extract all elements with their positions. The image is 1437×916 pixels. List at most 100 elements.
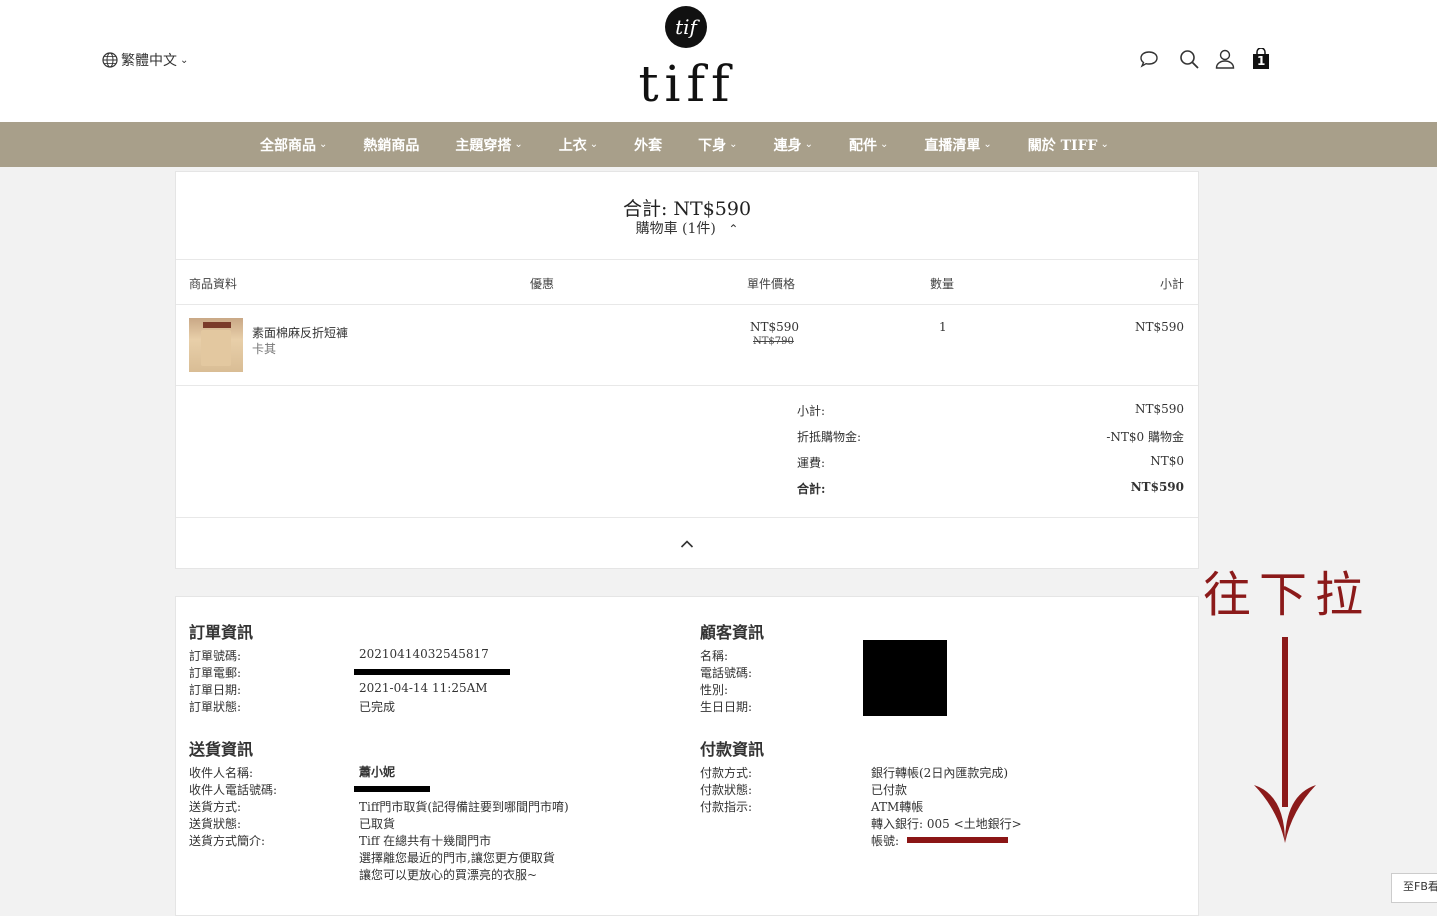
chevron-down-icon: ⌄: [1100, 139, 1109, 150]
search-icon[interactable]: [1178, 48, 1200, 70]
col-header-discount: 優惠: [530, 277, 555, 291]
unit-price: NT$590: [750, 320, 800, 334]
delivery-status-value: 已取貨: [359, 817, 396, 831]
nav-item-label: 上衣: [558, 137, 587, 154]
recipient-name-value: 蕭小妮: [359, 765, 396, 779]
chevron-down-icon: ⌄: [514, 139, 523, 150]
nav-item-1[interactable]: 熱銷商品: [363, 135, 419, 155]
payment-instruction-line: ATM轉帳: [871, 800, 924, 814]
cart-count-badge: 1: [1257, 54, 1266, 68]
chevron-down-icon: ⌄: [180, 54, 189, 66]
nav-item-3[interactable]: 上衣 ⌄: [559, 135, 598, 155]
nav-item-5[interactable]: 下身 ⌄: [698, 135, 737, 155]
order-status-label: 訂單狀態:: [189, 700, 242, 714]
delivery-intro-line: 讓您可以更放心的買漂亮的衣服~: [359, 868, 538, 882]
delivery-info-title: 送貨資訊: [189, 740, 254, 759]
summary-subtotal-value: NT$590: [1134, 402, 1184, 416]
nav-item-label: 配件: [848, 137, 877, 154]
delivery-method-label: 送貨方式:: [189, 800, 242, 814]
col-header-product: 商品資料: [189, 277, 238, 291]
svg-text:tif: tif: [675, 15, 700, 39]
bag-icon[interactable]: 1: [1250, 47, 1272, 70]
customer-info-title: 顧客資訊: [700, 623, 765, 642]
main-nav: 全部商品 ⌄ 熱銷商品 主題穿搭 ⌄ 上衣 ⌄ 外套 下身 ⌄ 連身 ⌄ 配件 ⌄ 直播清單 ⌄ 關於 TIFF…: [0, 122, 1437, 167]
language-selector[interactable]: 繁體中文 ⌄: [102, 50, 188, 70]
user-icon[interactable]: [1214, 48, 1236, 70]
customer-phone-label: 電話號碼:: [700, 666, 753, 680]
nav-item-label: 下身: [698, 137, 727, 154]
cart-summary-panel: 合計: NT$590 購物車 (1件) ⌃ 商品資料 優惠 單件價格 數量 小計…: [175, 171, 1199, 569]
order-date-label: 訂單日期:: [189, 683, 242, 697]
payment-method-label: 付款方式:: [700, 766, 753, 780]
globe-icon: [102, 52, 118, 68]
delivery-status-label: 送貨狀態:: [189, 817, 242, 831]
nav-item-4[interactable]: 外套: [634, 135, 662, 155]
summary-total-value: NT$590: [1130, 480, 1184, 494]
recipient-phone-label: 收件人電話號碼:: [189, 783, 278, 797]
delivery-intro-line: 選擇離您最近的門市,讓您更方便取貨: [359, 851, 555, 865]
svg-text:tiff: tiff: [638, 55, 735, 108]
order-status-value: 已完成: [359, 700, 396, 714]
order-date-value: 2021-04-14 11:25AM: [359, 681, 488, 695]
payment-status-value: 已付款: [871, 783, 908, 797]
nav-item-2[interactable]: 主題穿搭 ⌄: [455, 135, 522, 155]
product-variant: 卡其: [252, 342, 277, 356]
language-label: 繁體中文: [121, 53, 177, 69]
product-thumbnail[interactable]: [189, 318, 243, 372]
delivery-intro-label: 送貨方式簡介:: [189, 834, 266, 848]
chevron-down-icon: ⌄: [319, 139, 328, 150]
redaction-mark: [354, 786, 430, 792]
divider: [176, 385, 1198, 386]
nav-item-label: 關於 TIFF: [1027, 137, 1098, 154]
recipient-name-label: 收件人名稱:: [189, 766, 254, 780]
nav-item-label: 外套: [634, 137, 663, 154]
cart-toggle[interactable]: 購物車 (1件) ⌃: [176, 218, 1198, 238]
facebook-tab[interactable]: 至FB看: [1391, 873, 1437, 903]
nav-item-7[interactable]: 配件 ⌄: [849, 135, 888, 155]
customer-birthday-label: 生日日期:: [700, 700, 753, 714]
chevron-up-icon: [680, 540, 694, 548]
scroll-down-annotation: 往下拉: [1203, 567, 1372, 623]
chat-icon[interactable]: [1138, 48, 1160, 70]
summary-credit-label: 折抵購物金:: [797, 430, 862, 444]
payment-instruction-label: 付款指示:: [700, 800, 753, 814]
summary-shipping-value: NT$0: [1150, 454, 1184, 468]
item-subtotal: NT$590: [1134, 320, 1184, 334]
customer-name-label: 名稱:: [700, 649, 729, 663]
nav-item-label: 熱銷商品: [363, 137, 420, 154]
redaction-mark: [354, 669, 510, 675]
nav-item-label: 主題穿搭: [455, 137, 512, 154]
nav-item-9[interactable]: 關於 TIFF ⌄: [1028, 135, 1109, 155]
summary-subtotal-label: 小計:: [797, 404, 826, 418]
delivery-method-value: Tiff門市取貨(記得備註要到哪間門市唷): [359, 800, 569, 814]
chevron-down-icon: ⌄: [804, 139, 813, 150]
order-details-panel: 訂單資訊 訂單號碼: 20210414032545817 訂單電郵: 訂單日期:…: [175, 596, 1199, 916]
nav-item-label: 全部商品: [260, 137, 316, 154]
nav-item-8[interactable]: 直播清單 ⌄: [924, 135, 991, 155]
chevron-down-icon: ⌄: [729, 139, 738, 150]
arrow-down-icon: [1254, 637, 1316, 843]
order-info-title: 訂單資訊: [189, 623, 254, 642]
site-header: 繁體中文 ⌄ tif tiff 1: [0, 0, 1437, 122]
payment-status-label: 付款狀態:: [700, 783, 753, 797]
redaction-block: [863, 640, 947, 716]
divider: [176, 304, 1198, 305]
summary-shipping-label: 運費:: [797, 456, 826, 470]
chevron-down-icon: ⌄: [879, 139, 889, 150]
order-number-value: 20210414032545817: [359, 647, 489, 661]
chevron-down-icon: ⌄: [983, 139, 992, 150]
product-name[interactable]: 素面棉麻反折短褲: [252, 324, 348, 341]
collapse-button[interactable]: [176, 518, 1198, 568]
col-header-quantity: 數量: [930, 277, 955, 291]
site-logo[interactable]: tif tiff: [632, 4, 742, 113]
redaction-mark: [907, 837, 1008, 843]
original-price: NT$790: [753, 336, 794, 347]
col-header-subtotal: 小計: [1159, 277, 1184, 291]
payment-method-value: 銀行轉帳(2日內匯款完成): [871, 766, 1008, 780]
nav-item-6[interactable]: 連身 ⌄: [774, 135, 813, 155]
nav-item-0[interactable]: 全部商品 ⌄: [260, 135, 327, 155]
summary-credit-value: -NT$0 購物金: [1106, 430, 1184, 444]
nav-item-label: 直播清單: [924, 137, 981, 154]
payment-info-title: 付款資訊: [700, 740, 765, 759]
nav-item-label: 連身: [773, 137, 802, 154]
